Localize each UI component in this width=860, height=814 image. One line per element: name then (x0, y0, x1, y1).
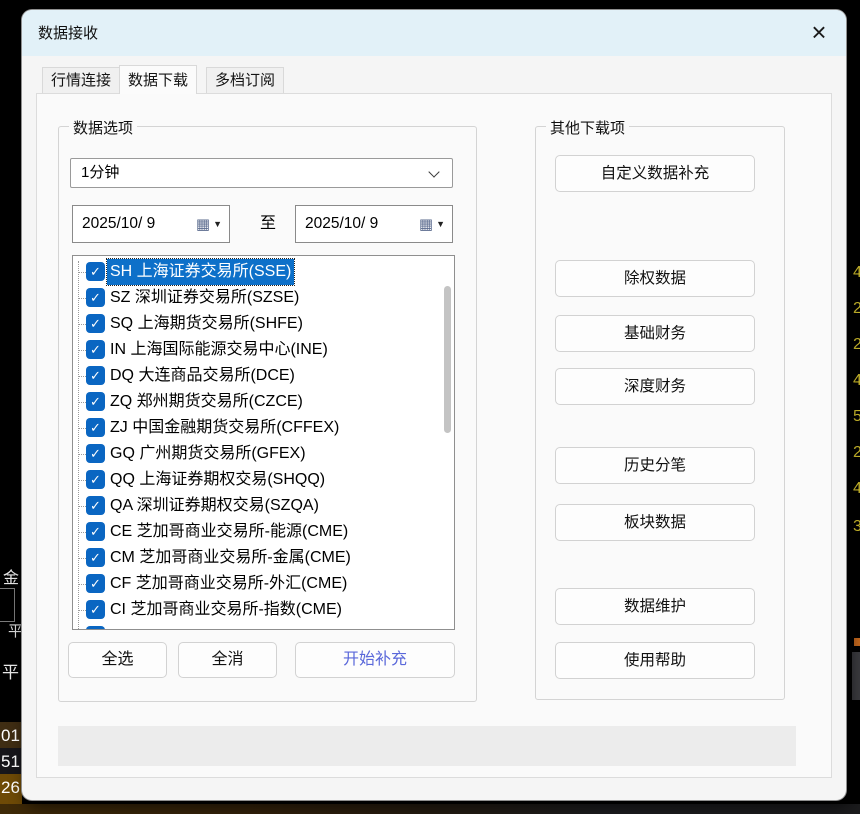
select-all-button[interactable]: 全选 (68, 642, 167, 678)
deselect-all-button[interactable]: 全消 (178, 642, 277, 678)
list-item[interactable]: ✓ ZQ 郑州期货交易所(CZCE) (73, 389, 454, 415)
date-range-to-label: 至 (259, 215, 276, 232)
list-item-partial[interactable]: ✓ (73, 623, 454, 629)
checkbox-checked-icon[interactable]: ✓ (86, 522, 105, 541)
list-item-label: SZ 深圳证券交易所(SZSE) (110, 289, 300, 306)
tab-data-download[interactable]: 数据下载 (119, 65, 198, 94)
list-item-label: GQ 广州期货交易所(GFEX) (110, 445, 306, 462)
date-from-picker[interactable]: 2025/10/ 9 ▦ ▼ (72, 205, 230, 243)
list-item[interactable]: ✓ CI 芝加哥商业交易所-指数(CME) (73, 597, 454, 623)
list-item-label: ZQ 郑州期货交易所(CZCE) (110, 393, 303, 410)
list-item[interactable]: ✓ QA 深圳证券期权交易(SZQA) (73, 493, 454, 519)
bg-text-fragment: 3 (853, 518, 860, 535)
tab-market-connection[interactable]: 行情连接 (42, 67, 121, 93)
list-item[interactable]: ✓ DQ 大连商品交易所(DCE) (73, 363, 454, 389)
checkbox-checked-icon[interactable]: ✓ (86, 418, 105, 437)
checkbox-checked-icon[interactable]: ✓ (86, 314, 105, 333)
period-select[interactable]: 1分钟 (70, 158, 453, 188)
dialog-title: 数据接收 (38, 25, 99, 42)
exchange-list[interactable]: ✓ SH 上海证券交易所(SSE) ✓ SZ 深圳证券交易所(SZSE) ✓ SQ 上… (72, 255, 455, 630)
list-item-label: CF 芝加哥商业交易所-外汇(CME) (110, 575, 348, 592)
chevron-down-icon (428, 166, 440, 178)
checkbox-checked-icon[interactable]: ✓ (86, 262, 105, 281)
bg-text-fragment: 4 (853, 372, 860, 389)
help-button[interactable]: 使用帮助 (555, 642, 755, 679)
deep-finance-button[interactable]: 深度财务 (555, 368, 755, 405)
bg-text-fragment: 4 (853, 264, 860, 281)
checkbox-checked-icon[interactable]: ✓ (86, 600, 105, 619)
list-item[interactable]: ✓ ZJ 中国金融期货交易所(CFFEX) (73, 415, 454, 441)
data-options-legend: 数据选项 (69, 117, 138, 138)
date-picker-controls[interactable]: ▦ ▼ (419, 206, 445, 242)
bg-box-fragment (0, 588, 15, 622)
checkbox-checked-icon[interactable]: ✓ (86, 340, 105, 359)
dialog-titlebar[interactable]: 数据接收 × (22, 10, 846, 56)
list-item-label: QQ 上海证券期权交易(SHQQ) (110, 471, 326, 488)
bg-block (854, 638, 860, 646)
list-item[interactable]: ✓ QQ 上海证券期权交易(SHQQ) (73, 467, 454, 493)
checkbox-checked-icon[interactable]: ✓ (86, 626, 105, 629)
list-item-label: QA 深圳证券期权交易(SZQA) (110, 497, 319, 514)
list-scrollbar[interactable] (444, 286, 451, 433)
ex-rights-data-button[interactable]: 除权数据 (555, 260, 755, 297)
checkbox-checked-icon[interactable]: ✓ (86, 496, 105, 515)
start-download-button[interactable]: 开始补充 (295, 642, 455, 678)
bg-bottom-bar (0, 804, 860, 814)
bg-text-fragment: 01 (1, 726, 20, 745)
calendar-icon: ▦ (418, 216, 434, 233)
list-item[interactable]: ✓ IN 上海国际能源交易中心(INE) (73, 337, 454, 363)
historical-tick-button[interactable]: 历史分笔 (555, 447, 755, 484)
checkbox-checked-icon[interactable]: ✓ (86, 392, 105, 411)
checkbox-checked-icon[interactable]: ✓ (86, 288, 105, 307)
bg-text-fragment: 2 (853, 444, 860, 461)
bg-text-fragment: 51 (1, 752, 20, 771)
data-maintenance-button[interactable]: 数据维护 (555, 588, 755, 625)
list-item[interactable]: ✓ CF 芝加哥商业交易所-外汇(CME) (73, 571, 454, 597)
close-icon[interactable]: × (802, 16, 836, 50)
bg-text-fragment: 4 (853, 480, 860, 497)
list-item[interactable]: ✓ SQ 上海期货交易所(SHFE) (73, 311, 454, 337)
bg-text-fragment: 平 (8, 623, 24, 640)
sector-data-button[interactable]: 板块数据 (555, 504, 755, 541)
bg-text-fragment: 26 (1, 778, 20, 797)
status-strip (58, 726, 796, 766)
list-item-label: CI 芝加哥商业交易所-指数(CME) (110, 601, 342, 618)
dropdown-arrow-icon: ▼ (436, 219, 445, 229)
list-item[interactable]: ✓ GQ 广州期货交易所(GFEX) (73, 441, 454, 467)
custom-data-supplement-button[interactable]: 自定义数据补充 (555, 155, 755, 192)
bg-text-fragment: 金 (3, 570, 20, 587)
date-picker-controls[interactable]: ▦ ▼ (196, 206, 222, 242)
bg-text-fragment: 5 (853, 408, 860, 425)
list-item-label: ZJ 中国金融期货交易所(CFFEX) (110, 419, 340, 436)
checkbox-checked-icon[interactable]: ✓ (86, 444, 105, 463)
date-to-picker[interactable]: 2025/10/ 9 ▦ ▼ (295, 205, 453, 243)
bg-text-fragment: 平 (2, 663, 19, 682)
basic-finance-button[interactable]: 基础财务 (555, 315, 755, 352)
list-item[interactable]: ✓ CM 芝加哥商业交易所-金属(CME) (73, 545, 454, 571)
calendar-icon: ▦ (195, 216, 211, 233)
list-item-label: SH 上海证券交易所(SSE) (105, 258, 296, 286)
date-from-value: 2025/10/ 9 (82, 215, 156, 232)
other-downloads-legend: 其他下载项 (546, 117, 630, 138)
list-item[interactable]: ✓ CE 芝加哥商业交易所-能源(CME) (73, 519, 454, 545)
list-item-label: SQ 上海期货交易所(SHFE) (110, 315, 303, 332)
list-item-label: DQ 大连商品交易所(DCE) (110, 367, 295, 384)
period-selected-value: 1分钟 (81, 164, 120, 181)
bg-block (852, 652, 860, 700)
date-to-value: 2025/10/ 9 (305, 215, 379, 232)
list-item-label: CM 芝加哥商业交易所-金属(CME) (110, 549, 351, 566)
list-item[interactable]: ✓ SH 上海证券交易所(SSE) (73, 258, 454, 286)
list-item[interactable]: ✓ SZ 深圳证券交易所(SZSE) (73, 285, 454, 311)
bg-text-fragment: 2 (853, 336, 860, 353)
checkbox-checked-icon[interactable]: ✓ (86, 470, 105, 489)
list-item-label: CE 芝加哥商业交易所-能源(CME) (110, 523, 349, 540)
data-receive-dialog: 数据接收 × 行情连接 数据下载 多档订阅 数据选项 1分钟 2025/10/ … (22, 10, 846, 800)
checkbox-checked-icon[interactable]: ✓ (86, 366, 105, 385)
bg-text-fragment: 2 (853, 300, 860, 317)
list-item-label: IN 上海国际能源交易中心(INE) (110, 341, 328, 358)
tab-multi-level-subscription[interactable]: 多档订阅 (206, 67, 285, 93)
dropdown-arrow-icon: ▼ (213, 219, 222, 229)
checkbox-checked-icon[interactable]: ✓ (86, 548, 105, 567)
checkbox-checked-icon[interactable]: ✓ (86, 574, 105, 593)
